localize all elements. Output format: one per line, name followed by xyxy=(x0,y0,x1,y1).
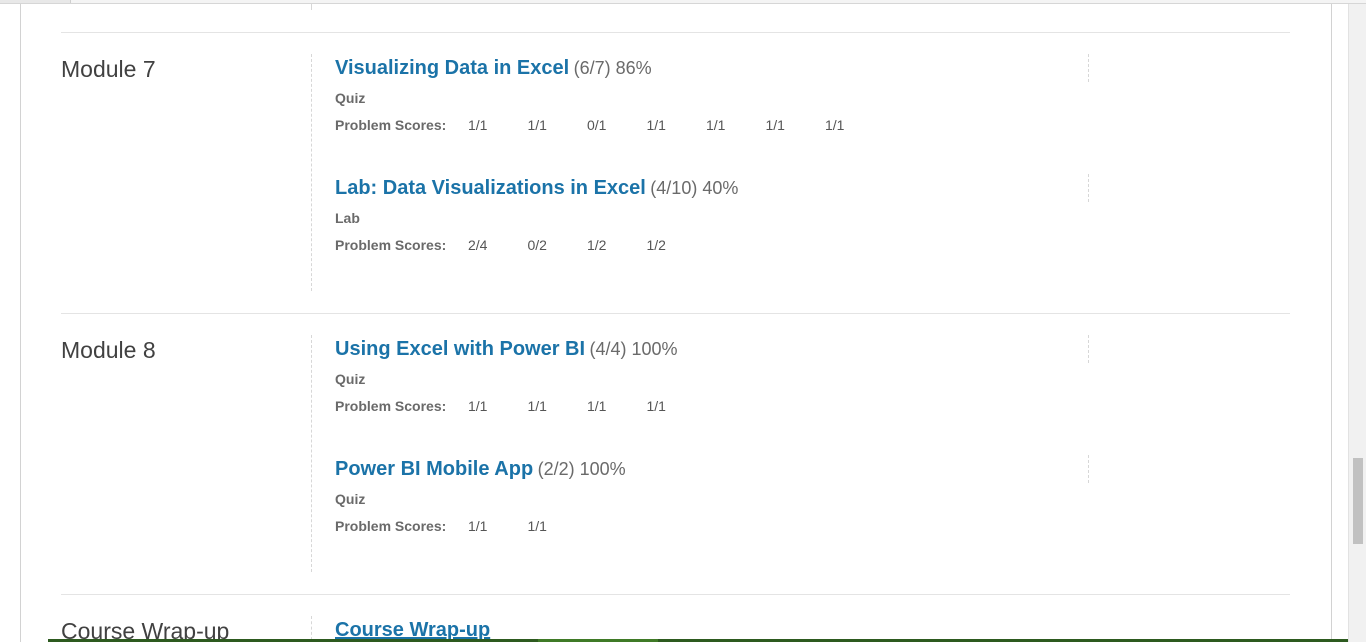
section-divider xyxy=(61,313,1290,314)
chapter-title: Module 7 xyxy=(61,56,156,82)
section-divider xyxy=(61,594,1290,595)
assignment-score: (4/10) 40% xyxy=(650,178,739,198)
problem-scores-label: Problem Scores: xyxy=(335,117,447,133)
assignment-type: Lab xyxy=(335,210,360,226)
assignment-title-line: Lab: Data Visualizations in Excel (4/10)… xyxy=(335,174,1090,202)
assignment-type: Quiz xyxy=(335,371,366,387)
problem-score: 1/2 xyxy=(587,237,607,253)
problem-scores-row: Problem Scores: 1/1 1/1 1/1 1/1 xyxy=(335,393,1090,419)
assignment-dash xyxy=(1088,54,1089,82)
assignment-link[interactable]: Using Excel with Power BI xyxy=(335,338,585,360)
assignment-type: Quiz xyxy=(335,491,366,507)
assignment-item: Visualizing Data in Excel (6/7) 86% Quiz… xyxy=(312,54,1090,138)
problem-score: 1/1 xyxy=(706,117,726,133)
assignment-link[interactable]: Course Wrap-up xyxy=(335,619,490,641)
problem-score: 1/1 xyxy=(646,117,666,133)
problem-score: 1/1 xyxy=(468,398,488,414)
problem-score: 1/1 xyxy=(587,398,607,414)
assignment-dash xyxy=(1088,174,1089,202)
assignment-score: (6/7) 86% xyxy=(573,58,652,78)
problem-score: 1/1 xyxy=(527,398,547,414)
assignment-title-line: Visualizing Data in Excel (6/7) 86% xyxy=(335,54,1090,82)
scrollbar-thumb[interactable] xyxy=(1353,458,1363,544)
problem-score: 1/1 xyxy=(527,518,547,534)
problem-scores-label: Problem Scores: xyxy=(335,518,447,534)
problem-score: 1/1 xyxy=(468,518,488,534)
problem-score: 1/2 xyxy=(646,237,666,253)
problem-scores-row: Problem Scores: 1/1 1/1 0/1 1/1 1/1 1/1 … xyxy=(335,112,1090,138)
problem-scores-label: Problem Scores: xyxy=(335,237,447,253)
assignment-link[interactable]: Power BI Mobile App xyxy=(335,458,533,480)
assignment-link[interactable]: Lab: Data Visualizations in Excel xyxy=(335,177,646,199)
section-divider-dash xyxy=(311,4,312,10)
assignment-item: Using Excel with Power BI (4/4) 100% Qui… xyxy=(312,335,1090,419)
vertical-scrollbar[interactable] xyxy=(1348,4,1366,642)
problem-score: 2/4 xyxy=(468,237,488,253)
assignment-score: (4/4) 100% xyxy=(589,339,678,359)
assignment-type: Quiz xyxy=(335,90,366,106)
assignment-link[interactable]: Visualizing Data in Excel xyxy=(335,57,569,79)
problem-score: 0/1 xyxy=(587,117,607,133)
problem-score: 1/1 xyxy=(646,398,666,414)
problem-scores-row: Problem Scores: 1/1 1/1 xyxy=(335,513,1090,539)
assignment-item: Lab: Data Visualizations in Excel (4/10)… xyxy=(312,174,1090,258)
assignment-dash xyxy=(1088,335,1089,363)
problem-score: 1/1 xyxy=(468,117,488,133)
assignment-dash xyxy=(1088,455,1089,483)
problem-score: 1/1 xyxy=(765,117,785,133)
problem-scores-label: Problem Scores: xyxy=(335,398,447,414)
chapter-title: Module 8 xyxy=(61,337,156,363)
assignment-score: (2/2) 100% xyxy=(537,459,626,479)
problem-scores-row: Problem Scores: 2/4 0/2 1/2 1/2 xyxy=(335,232,1090,258)
assignment-item: Power BI Mobile App (2/2) 100% Quiz Prob… xyxy=(312,455,1090,539)
progress-page: Module 7 Visualizing Data in Excel (6/7)… xyxy=(0,0,1366,642)
assignment-list: Using Excel with Power BI (4/4) 100% Qui… xyxy=(311,335,1090,572)
problem-score: 1/1 xyxy=(527,117,547,133)
assignment-title-line: Power BI Mobile App (2/2) 100% xyxy=(335,455,1090,483)
problem-score: 0/2 xyxy=(527,237,547,253)
assignment-title-line: Using Excel with Power BI (4/4) 100% xyxy=(335,335,1090,363)
tab-edge xyxy=(0,0,71,3)
problem-score: 1/1 xyxy=(825,117,845,133)
assignment-list: Visualizing Data in Excel (6/7) 86% Quiz… xyxy=(311,54,1090,291)
section-divider xyxy=(61,32,1290,33)
